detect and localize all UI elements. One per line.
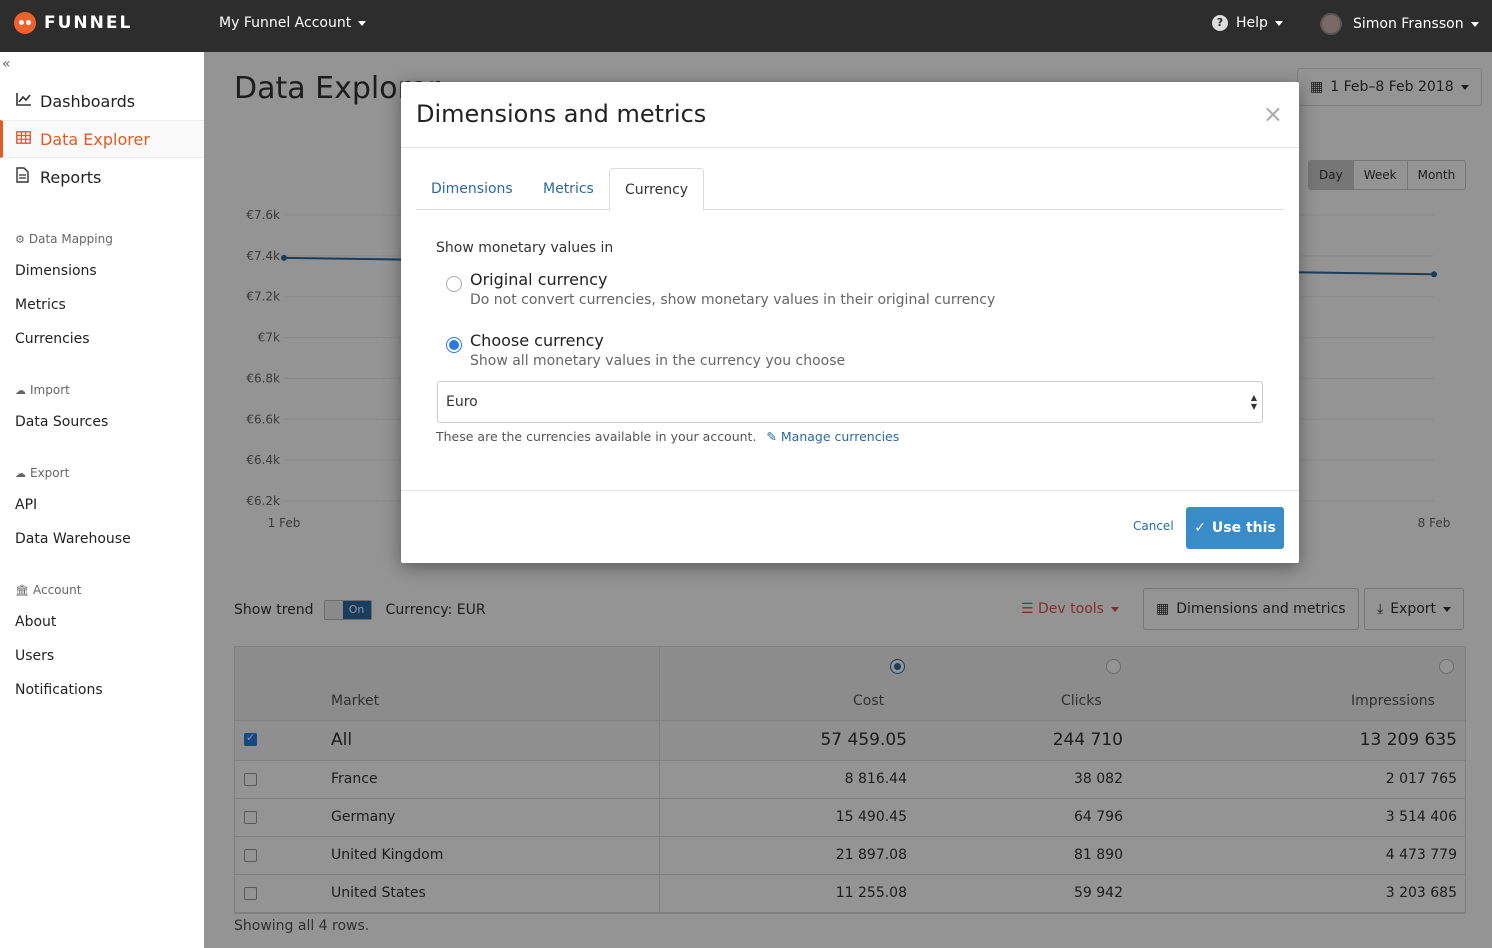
cancel-button[interactable]: Cancel [1133, 519, 1174, 533]
section-title: Account [32, 583, 82, 597]
avatar [1320, 13, 1342, 35]
tab-dimensions[interactable]: Dimensions [416, 168, 528, 210]
modal-tabs: Dimensions Metrics Currency [416, 168, 1284, 211]
cloud-download-icon: ☁ [15, 466, 26, 480]
gear-icon: ⚙ [15, 232, 25, 246]
sidebar-item-data-sources[interactable]: Data Sources [15, 414, 108, 430]
sidebar-item-metrics[interactable]: Metrics [15, 297, 66, 313]
help-menu[interactable]: ? Help [1212, 15, 1283, 31]
section-title: Data Mapping [28, 232, 113, 246]
top-bar: FUNNEL My Funnel Account ? Help Simon Fr… [0, 0, 1492, 52]
sidebar-item-reports[interactable]: Reports [0, 158, 204, 196]
collapse-sidebar-icon[interactable]: « [2, 56, 11, 72]
bank-icon: 🏛 [15, 583, 29, 597]
section-title: Import [30, 383, 70, 397]
logo-text: FUNNEL [44, 13, 133, 33]
check-icon: ✓ [1194, 520, 1206, 536]
option-description: Show all monetary values in the currency… [470, 353, 846, 369]
sidebar-item-label: Data Explorer [40, 129, 150, 149]
account-selector[interactable]: My Funnel Account [219, 15, 367, 31]
sidebar: « Dashboards Data Explorer Reports ⚙ Data… [0, 52, 204, 948]
account-name: My Funnel Account [219, 15, 352, 31]
tab-metrics[interactable]: Metrics [528, 168, 609, 210]
show-monetary-label: Show monetary values in [436, 240, 614, 256]
funnel-logo[interactable]: FUNNEL [14, 12, 132, 34]
section-export: ☁ Export [0, 466, 69, 480]
sidebar-item-label: Reports [40, 167, 102, 187]
caret-down-icon [358, 20, 367, 26]
question-circle-icon: ? [1212, 15, 1228, 31]
option-title: Original currency [470, 270, 608, 289]
help-label: Help [1236, 15, 1268, 31]
sidebar-item-data-warehouse[interactable]: Data Warehouse [15, 531, 131, 547]
document-icon [16, 167, 34, 187]
user-menu[interactable]: Simon Fransson [1320, 13, 1479, 35]
select-arrows-icon: ▲ ▼ [1250, 393, 1257, 411]
sidebar-main-nav: Dashboards Data Explorer Reports [0, 82, 204, 196]
sidebar-item-dashboards[interactable]: Dashboards [0, 82, 204, 120]
section-import: ☁ Import [0, 383, 70, 397]
pencil-icon: ✎ [766, 429, 777, 444]
currency-select-value: Euro [446, 394, 478, 410]
original-currency-radio[interactable] [446, 276, 462, 292]
section-title: Export [30, 466, 70, 480]
sidebar-item-label: Dashboards [40, 91, 136, 111]
modal-footer: Cancel ✓ Use this [401, 490, 1299, 563]
use-this-label: Use this [1211, 520, 1276, 536]
option-description: Do not convert currencies, show monetary… [470, 292, 996, 308]
tab-currency[interactable]: Currency [609, 168, 705, 211]
caret-down-icon [1274, 20, 1283, 26]
currency-help-text: These are the currencies available in yo… [436, 429, 899, 444]
manage-currencies-label: Manage currencies [780, 429, 900, 444]
section-data-mapping: ⚙ Data Mapping [0, 232, 113, 246]
section-account: 🏛 Account [0, 583, 81, 597]
sidebar-item-api[interactable]: API [15, 497, 37, 513]
sidebar-item-data-explorer[interactable]: Data Explorer [0, 120, 204, 158]
modal-header: Dimensions and metrics × [401, 82, 1299, 148]
sidebar-item-users[interactable]: Users [15, 648, 54, 664]
sidebar-item-about[interactable]: About [15, 614, 56, 630]
user-name: Simon Fransson [1353, 16, 1464, 32]
sidebar-item-dimensions[interactable]: Dimensions [15, 263, 97, 279]
table-icon [16, 130, 34, 148]
option-title: Choose currency [470, 331, 604, 350]
sidebar-item-notifications[interactable]: Notifications [15, 682, 103, 698]
line-chart-icon [16, 92, 34, 110]
use-this-button[interactable]: ✓ Use this [1186, 507, 1284, 549]
caret-down-icon [1470, 21, 1479, 27]
cloud-upload-icon: ☁ [15, 383, 26, 397]
currency-select[interactable]: Euro ▲ ▼ [437, 381, 1263, 423]
sidebar-item-currencies[interactable]: Currencies [15, 331, 90, 347]
funnel-logo-icon [14, 12, 36, 34]
close-icon[interactable]: × [1263, 100, 1283, 128]
modal-title: Dimensions and metrics [416, 100, 707, 128]
choose-currency-radio[interactable] [446, 337, 462, 353]
dimensions-metrics-modal: Dimensions and metrics × Dimensions Metr… [401, 82, 1299, 563]
manage-currencies-link[interactable]: ✎ Manage currencies [766, 429, 899, 444]
help-text: These are the currencies available in yo… [436, 429, 757, 444]
